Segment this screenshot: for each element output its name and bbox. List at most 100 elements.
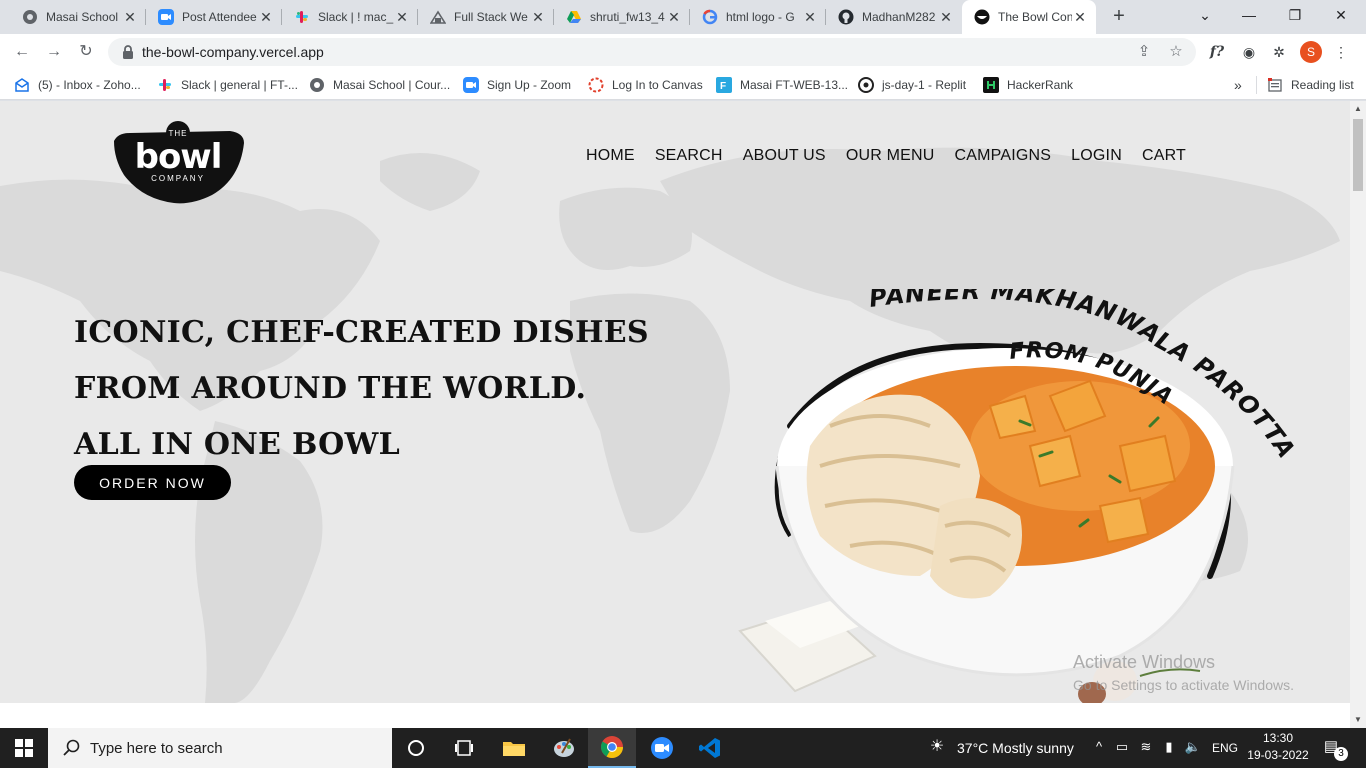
cortana-circle-icon[interactable] — [392, 728, 440, 768]
tab-full-stack[interactable]: Full Stack We ✕ — [418, 0, 554, 34]
close-tab-icon[interactable]: ✕ — [666, 9, 682, 25]
tab-google-search[interactable]: html logo - G ✕ — [690, 0, 826, 34]
meet-now-icon[interactable]: ▭ — [1113, 738, 1131, 756]
nav-campaigns-link[interactable]: CAMPAIGNS — [955, 147, 1052, 165]
nav-our-menu-link[interactable]: OUR MENU — [846, 147, 935, 165]
page-scrollbar[interactable]: ▲ ▼ — [1350, 101, 1366, 728]
screen-record-extension-icon[interactable]: ◉ — [1238, 41, 1260, 63]
nav-about-us-link[interactable]: ABOUT US — [743, 147, 826, 165]
profile-avatar[interactable]: S — [1300, 41, 1322, 63]
volume-speaker-icon[interactable]: 🔈 — [1184, 738, 1202, 756]
extensions-puzzle-icon[interactable]: ✲ — [1268, 41, 1290, 63]
reading-list-button[interactable]: Reading list — [1256, 76, 1354, 94]
browser-toolbar: ← → ↻ the-bowl-company.vercel.app ⇪ ☆ f?… — [0, 34, 1366, 70]
weather-sun-icon[interactable]: ☀ — [928, 738, 946, 756]
tab-masai-school[interactable]: Masai School ✕ — [10, 0, 146, 34]
scrollbar-thumb[interactable] — [1353, 119, 1363, 191]
system-clock[interactable]: 13:30 19-03-2022 — [1244, 730, 1312, 764]
address-bar[interactable]: the-bowl-company.vercel.app ⇪ ☆ — [108, 38, 1196, 66]
task-view-icon[interactable] — [440, 728, 488, 768]
nav-home-link[interactable]: HOME — [586, 147, 635, 165]
dish-name-label: PANEER MAKHANWALA PAROTTA BOWL FROM PUNJ… — [870, 289, 1305, 472]
file-explorer-icon[interactable] — [490, 728, 538, 768]
tab-github[interactable]: MadhanM282 ✕ — [826, 0, 962, 34]
zoom-icon — [463, 77, 479, 93]
dish-name-line-1: PANEER MAKHANWALA PAROTTA BOWL — [870, 289, 1305, 472]
battery-icon[interactable]: ▮ — [1160, 738, 1178, 756]
bookmark-label: HackerRank — [1007, 78, 1074, 92]
bookmark-hackerrank[interactable]: HackerRank — [983, 76, 1073, 94]
tab-search-chevron-icon[interactable]: ⌄ — [1182, 0, 1228, 30]
main-navigation: HOME SEARCH ABOUT US OUR MENU CAMPAIGNS … — [576, 147, 1196, 165]
bookmark-label: js-day-1 - Replit — [882, 78, 967, 92]
bookmark-masai-ft-web[interactable]: F Masai FT-WEB-13... — [716, 76, 848, 94]
bookmark-label: Slack | general | FT-... — [181, 78, 298, 92]
vscode-taskbar-icon[interactable] — [686, 728, 734, 768]
tab-title: Masai School — [46, 10, 119, 24]
tab-title: The Bowl Con — [998, 10, 1072, 24]
close-tab-icon[interactable]: ✕ — [530, 9, 546, 25]
bowl-company-logo[interactable]: THE bowl COMPANY — [112, 119, 246, 205]
bookmark-slack-general[interactable]: Slack | general | FT-... — [157, 76, 298, 94]
reading-list-label: Reading list — [1291, 78, 1354, 92]
google-favicon-icon — [702, 9, 718, 25]
weather-text[interactable]: 37°C Mostly sunny — [957, 728, 1074, 768]
zoom-taskbar-icon[interactable] — [638, 728, 686, 768]
tab-slack[interactable]: Slack | ! mac_ ✕ — [282, 0, 418, 34]
tab-google-drive[interactable]: shruti_fw13_4 ✕ — [554, 0, 690, 34]
windows-start-button[interactable] — [0, 728, 48, 768]
bookmark-label: Masai School | Cour... — [333, 78, 451, 92]
hackerrank-icon — [983, 77, 999, 93]
forward-arrow-icon[interactable]: → — [42, 40, 66, 64]
google-drive-favicon-icon — [566, 9, 582, 25]
tab-the-bowl-company[interactable]: The Bowl Con ✕ — [962, 0, 1096, 34]
search-icon — [63, 739, 80, 756]
bookmarks-bar: (5) - Inbox - Zoho... Slack | general | … — [0, 70, 1366, 100]
bookmark-replit-js-day[interactable]: js-day-1 - Replit — [858, 76, 966, 94]
nav-cart-link[interactable]: CART — [1142, 147, 1186, 165]
more-bookmarks-chevron-icon[interactable]: » — [1234, 76, 1242, 94]
back-arrow-icon[interactable]: ← — [10, 40, 34, 64]
lock-icon — [123, 45, 133, 59]
paint-app-icon[interactable] — [540, 728, 588, 768]
nav-login-link[interactable]: LOGIN — [1071, 147, 1122, 165]
close-tab-icon[interactable]: ✕ — [802, 9, 818, 25]
share-icon[interactable]: ⇪ — [1134, 42, 1154, 62]
tab-title: Full Stack We — [454, 10, 528, 24]
close-tab-icon[interactable]: ✕ — [394, 9, 410, 25]
show-hidden-icons-chevron-icon[interactable]: ^ — [1090, 738, 1108, 756]
tab-post-attendee[interactable]: Post Attendee ✕ — [146, 0, 282, 34]
formula-extension-icon[interactable]: f? — [1206, 41, 1228, 63]
new-tab-button[interactable]: + — [1108, 5, 1130, 27]
bookmark-star-icon[interactable]: ☆ — [1166, 42, 1186, 62]
bookmark-zoho-inbox[interactable]: (5) - Inbox - Zoho... — [14, 76, 141, 94]
mail-icon — [14, 77, 30, 93]
network-wifi-icon[interactable]: ≋ — [1137, 738, 1155, 756]
order-now-button[interactable]: ORDER NOW — [74, 465, 231, 500]
page-viewport: THE bowl COMPANY HOME SEARCH ABOUT US OU… — [0, 101, 1350, 703]
scroll-up-arrow-icon[interactable]: ▲ — [1350, 101, 1366, 117]
bookmark-masai-course[interactable]: Masai School | Cour... — [309, 76, 450, 94]
close-window-button[interactable]: ✕ — [1318, 0, 1364, 30]
bookmark-label: Log In to Canvas — [612, 78, 703, 92]
close-tab-icon[interactable]: ✕ — [122, 9, 138, 25]
clock-time: 13:30 — [1262, 731, 1294, 745]
chrome-menu-icon[interactable]: ⋮ — [1330, 41, 1352, 63]
close-tab-icon[interactable]: ✕ — [938, 9, 954, 25]
scroll-down-arrow-icon[interactable]: ▼ — [1350, 712, 1366, 728]
restore-window-button[interactable]: ❐ — [1272, 0, 1318, 30]
bookmark-zoom-signup[interactable]: Sign Up - Zoom — [463, 76, 571, 94]
nav-search-link[interactable]: SEARCH — [655, 147, 723, 165]
taskbar-search-box[interactable]: Type here to search — [48, 728, 392, 768]
close-tab-icon[interactable]: ✕ — [258, 9, 274, 25]
minimize-window-button[interactable]: — — [1226, 0, 1272, 30]
chrome-taskbar-icon[interactable] — [588, 728, 636, 768]
language-indicator[interactable]: ENG — [1212, 728, 1238, 768]
browser-tab-strip: Masai School ✕ Post Attendee ✕ Slack | !… — [0, 0, 1366, 34]
reload-icon[interactable]: ↻ — [74, 40, 98, 64]
bookmark-canvas-login[interactable]: Log In to Canvas — [588, 76, 703, 94]
close-tab-icon[interactable]: ✕ — [1072, 9, 1088, 25]
bowl-company-favicon-icon — [974, 9, 990, 25]
bookmark-label: Sign Up - Zoom — [487, 78, 572, 92]
slack-icon — [157, 77, 173, 93]
